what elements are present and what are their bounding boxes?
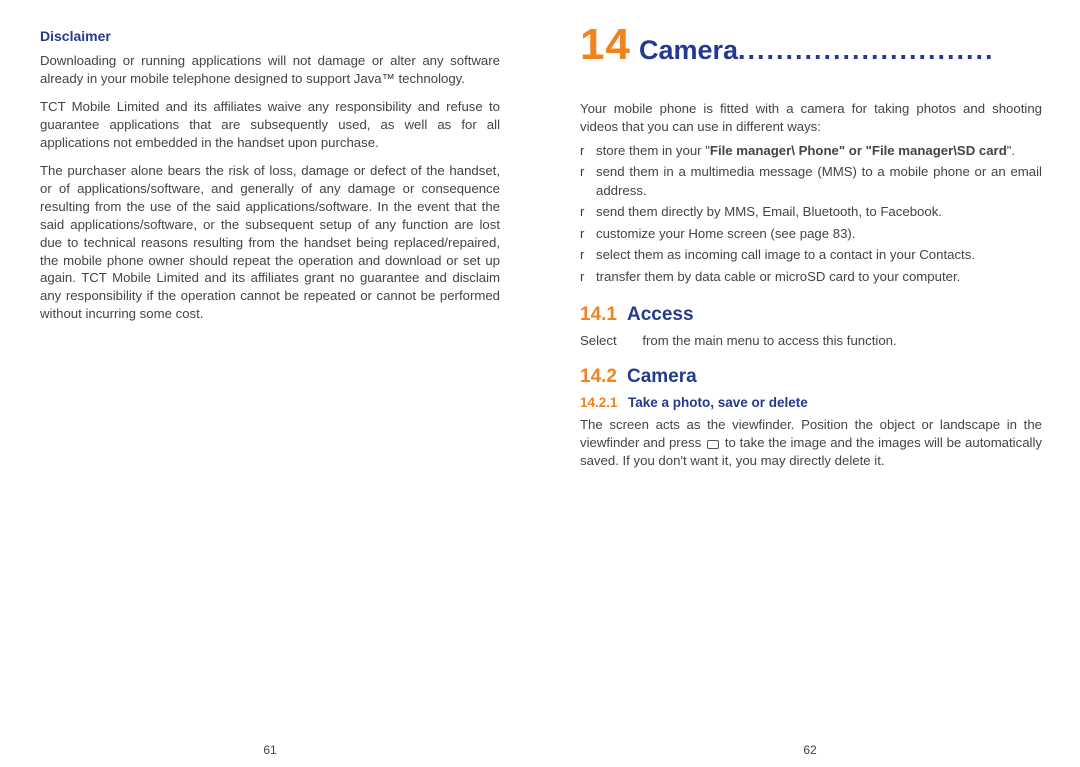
chapter-title: 14 Camera ........................... xyxy=(580,20,1042,70)
page-left: Disclaimer Downloading or running applic… xyxy=(0,0,540,767)
page-right: 14 Camera ........................... Yo… xyxy=(540,0,1080,767)
camera-button-icon xyxy=(707,440,719,449)
subsection-number: 14.2.1 xyxy=(580,395,618,410)
section-name: Access xyxy=(627,304,694,326)
list-item: rstore them in your "File manager\ Phone… xyxy=(580,142,1042,160)
ways-list: rstore them in your "File manager\ Phone… xyxy=(580,142,1042,286)
chapter-name: Camera xyxy=(639,35,738,66)
chapter-dots: ........................... xyxy=(738,35,1042,66)
list-item: rsend them directly by MMS, Email, Bluet… xyxy=(580,203,1042,221)
disclaimer-para-2: TCT Mobile Limited and its affiliates wa… xyxy=(40,98,500,152)
section-14-1-heading: 14.1 Access xyxy=(580,304,1042,326)
bullet-icon: r xyxy=(580,268,596,286)
section-14-1-body: Select from the main menu to access this… xyxy=(580,332,1042,350)
page-number-right: 62 xyxy=(540,743,1080,757)
chapter-number: 14 xyxy=(580,20,631,70)
bullet-icon: r xyxy=(580,246,596,264)
section-number: 14.1 xyxy=(580,304,617,326)
chapter-intro: Your mobile phone is fitted with a camer… xyxy=(580,100,1042,136)
bullet-icon: r xyxy=(580,203,596,221)
section-name: Camera xyxy=(627,366,697,388)
bullet-icon: r xyxy=(580,225,596,243)
disclaimer-para-1: Downloading or running applications will… xyxy=(40,52,500,88)
bullet-icon: r xyxy=(580,163,596,200)
subsection-name: Take a photo, save or delete xyxy=(628,395,808,410)
list-item: rtransfer them by data cable or microSD … xyxy=(580,268,1042,286)
list-item: rsend them in a multimedia message (MMS)… xyxy=(580,163,1042,200)
list-item: rcustomize your Home screen (see page 83… xyxy=(580,225,1042,243)
disclaimer-heading: Disclaimer xyxy=(40,28,500,44)
page-number-left: 61 xyxy=(0,743,540,757)
list-item: rselect them as incoming call image to a… xyxy=(580,246,1042,264)
page-spread: Disclaimer Downloading or running applic… xyxy=(0,0,1080,767)
subsection-14-2-1-heading: 14.2.1 Take a photo, save or delete xyxy=(580,394,1042,412)
bullet-icon: r xyxy=(580,142,596,160)
disclaimer-para-3: The purchaser alone bears the risk of lo… xyxy=(40,162,500,324)
section-14-2-heading: 14.2 Camera xyxy=(580,366,1042,388)
subsection-14-2-1-body: The screen acts as the viewfinder. Posit… xyxy=(580,416,1042,470)
section-number: 14.2 xyxy=(580,366,617,388)
